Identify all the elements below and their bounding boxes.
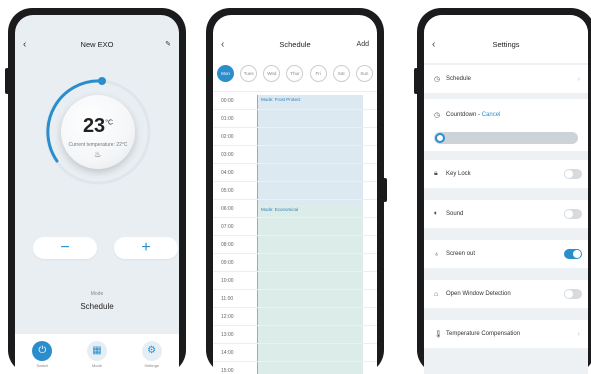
decrease-button[interactable]: − bbox=[33, 237, 97, 259]
row-label: Screen out bbox=[446, 251, 476, 257]
home-header: ‹ New EXO ✎ bbox=[15, 35, 179, 53]
power-side-button bbox=[383, 178, 387, 202]
key-lock-toggle[interactable] bbox=[564, 169, 582, 179]
phone-frame-schedule: ‹ Schedule Add Mon Tues Wed Thur Fri Sat… bbox=[206, 8, 387, 374]
schedule-title: Schedule bbox=[279, 39, 311, 49]
time-row: 07:00 bbox=[213, 217, 377, 235]
set-temperature: 23°C bbox=[82, 115, 114, 137]
open-window-toggle[interactable] bbox=[564, 289, 582, 299]
speaker-icon: 🔈︎ bbox=[434, 210, 439, 217]
day-sun[interactable]: Sun bbox=[355, 65, 373, 82]
screen-out-toggle[interactable] bbox=[564, 249, 582, 259]
settings-row-countdown: ◷ Countdown - Cancel bbox=[424, 101, 588, 129]
home-screen: ‹ New EXO ✎ 23°C Current temperature: 22… bbox=[15, 15, 179, 374]
back-icon[interactable]: ‹ bbox=[221, 39, 224, 50]
day-mon[interactable]: Mon bbox=[217, 65, 234, 82]
sound-toggle[interactable] bbox=[564, 209, 582, 219]
day-wed[interactable]: Wed bbox=[263, 65, 281, 82]
settings-row-open-window: ⌂ Open Window Detection bbox=[424, 280, 588, 308]
time-row: 13:00 bbox=[213, 325, 377, 343]
settings-row-screen-out: ♁ Screen out bbox=[424, 240, 588, 268]
settings-row-schedule[interactable]: ◷ Schedule › bbox=[424, 65, 588, 93]
mode-value: Schedule bbox=[80, 302, 114, 311]
row-label: Open Window Detection bbox=[446, 291, 511, 297]
bulb-icon: ♁ bbox=[434, 250, 440, 258]
day-selector: Mon Tues Wed Thur Fri Sat Sun bbox=[217, 65, 373, 82]
settings-header: ‹ Settings bbox=[424, 35, 588, 53]
time-row: 12:00 bbox=[213, 307, 377, 325]
volume-button bbox=[5, 68, 9, 94]
device-title: New EXO bbox=[80, 39, 114, 49]
time-row: 00:00 bbox=[213, 91, 377, 109]
countdown-cancel-link[interactable]: Cancel bbox=[482, 112, 501, 118]
tab-mode-label: Mode bbox=[91, 362, 102, 368]
gear-icon: ⚙ bbox=[141, 340, 162, 361]
settings-row-key-lock: 🔒︎ Key Lock bbox=[424, 160, 588, 188]
settings-row-temp-comp[interactable]: 🌡︎ Temperature Compensation › bbox=[424, 320, 588, 348]
time-row: 03:00 bbox=[213, 145, 377, 163]
schedule-grid: Mode: Frost Protect Mode: Economical 00:… bbox=[213, 91, 377, 374]
add-button[interactable]: Add bbox=[357, 41, 369, 48]
chevron-right-icon: › bbox=[577, 75, 580, 83]
day-sat[interactable]: Sat bbox=[332, 65, 350, 82]
current-temperature: Current temperature: 22°C bbox=[68, 142, 128, 148]
tab-settings[interactable]: ⚙ Settings bbox=[132, 340, 172, 368]
slider-thumb[interactable] bbox=[435, 133, 445, 143]
row-label: Key Lock bbox=[446, 171, 471, 177]
time-row: 08:00 bbox=[213, 235, 377, 253]
day-fri[interactable]: Fri bbox=[309, 65, 327, 82]
tab-switch[interactable]: ⏻ Switch bbox=[22, 340, 62, 368]
countdown-slider[interactable] bbox=[434, 132, 578, 144]
increase-button[interactable]: + bbox=[114, 237, 178, 259]
grid-icon: ▦ bbox=[86, 340, 107, 361]
time-row: 05:00 bbox=[213, 181, 377, 199]
row-label: Temperature Compensation bbox=[446, 331, 521, 337]
row-label: Sound bbox=[446, 211, 464, 217]
chevron-right-icon: › bbox=[577, 330, 580, 338]
timer-icon: ◷ bbox=[434, 112, 441, 119]
heating-icon: ♨ bbox=[94, 150, 102, 159]
phone-frame-settings: ‹ Settings ◷ Schedule › ◷ Countdown - Ca… bbox=[414, 8, 591, 374]
bottom-tabbar: ⏻ Switch ▦ Mode ⚙ Settings bbox=[15, 334, 179, 374]
phone-frame-home: ‹ New EXO ✎ 23°C Current temperature: 22… bbox=[5, 8, 186, 374]
settings-row-sound: 🔈︎ Sound bbox=[424, 200, 588, 228]
tab-settings-label: Settings bbox=[144, 362, 159, 368]
temperature-dial[interactable]: 23°C Current temperature: 22°C ♨ bbox=[43, 77, 153, 187]
back-icon[interactable]: ‹ bbox=[432, 39, 435, 50]
window-icon: ⌂ bbox=[434, 290, 439, 298]
volume-button bbox=[414, 68, 418, 94]
time-row: 09:00 bbox=[213, 253, 377, 271]
time-row: 02:00 bbox=[213, 127, 377, 145]
time-row: 11:00 bbox=[213, 289, 377, 307]
clock-icon: ◷ bbox=[434, 76, 441, 83]
mode-label: Mode bbox=[90, 291, 104, 297]
time-row: 10:00 bbox=[213, 271, 377, 289]
schedule-screen: ‹ Schedule Add Mon Tues Wed Thur Fri Sat… bbox=[213, 15, 377, 374]
day-tues[interactable]: Tues bbox=[240, 65, 258, 82]
settings-screen: ‹ Settings ◷ Schedule › ◷ Countdown - Ca… bbox=[424, 15, 588, 374]
settings-title: Settings bbox=[492, 39, 520, 49]
time-row: 14:00 bbox=[213, 343, 377, 361]
time-row: 15:00 bbox=[213, 361, 377, 374]
dial-knob: 23°C Current temperature: 22°C ♨ bbox=[61, 95, 135, 169]
day-thur[interactable]: Thur bbox=[286, 65, 304, 82]
thermometer-icon: 🌡︎ bbox=[434, 331, 443, 338]
time-row: 01:00 bbox=[213, 109, 377, 127]
schedule-header: ‹ Schedule Add bbox=[213, 35, 377, 53]
back-icon[interactable]: ‹ bbox=[23, 39, 26, 50]
lock-icon: 🔒︎ bbox=[434, 170, 438, 177]
tab-switch-label: Switch bbox=[36, 362, 49, 368]
power-icon: ⏻ bbox=[32, 340, 53, 361]
time-row: 04:00 bbox=[213, 163, 377, 181]
row-label: Countdown - bbox=[446, 112, 481, 118]
time-row: 06:00 bbox=[213, 199, 377, 217]
edit-icon[interactable]: ✎ bbox=[165, 40, 171, 48]
tab-mode[interactable]: ▦ Mode bbox=[77, 340, 117, 368]
row-label: Schedule bbox=[446, 76, 472, 82]
